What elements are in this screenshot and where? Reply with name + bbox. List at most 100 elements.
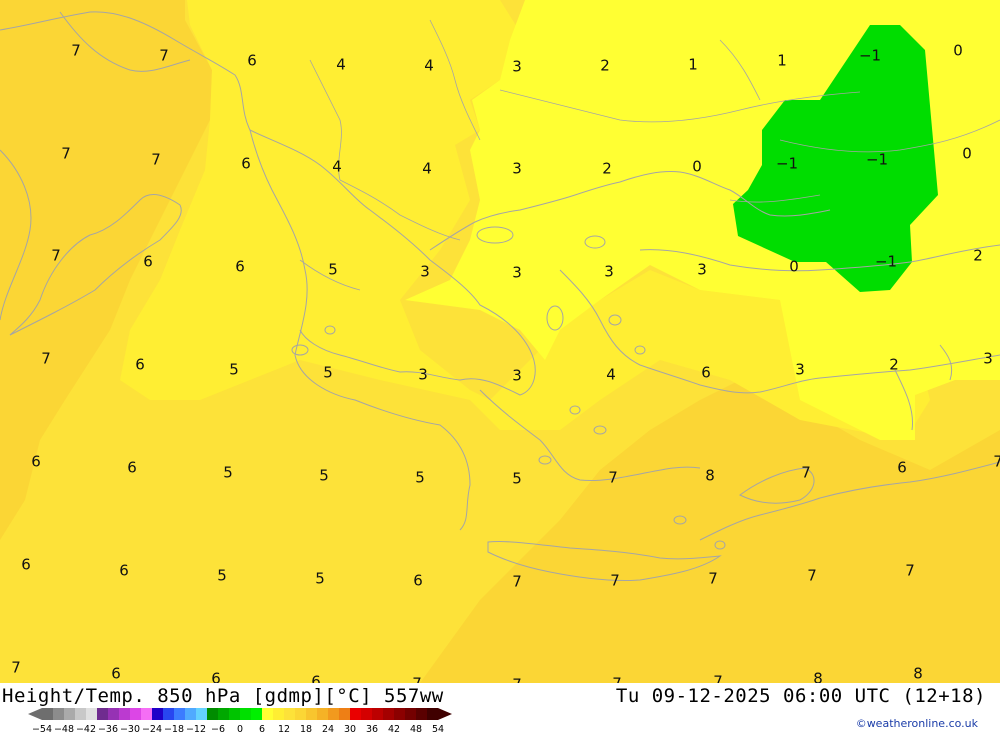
temp-label: 5 [415, 469, 425, 487]
temp-label: 6 [21, 556, 31, 574]
scale-swatch [130, 708, 141, 720]
scale-tick-label: 30 [344, 724, 356, 735]
scale-tick-label: −30 [120, 724, 140, 735]
temp-label: 6 [211, 670, 221, 684]
temp-label: 1 [777, 52, 787, 70]
temp-label: 7 [159, 47, 169, 65]
scale-swatch [339, 708, 350, 720]
scale-swatch [75, 708, 86, 720]
temperature-map[interactable]: 7 7 6 4 4 3 2 1 1 −1 0 7 7 6 4 4 3 2 0 −1 −1 0 7 6 6 5 3 3 3 3 0 −1 2 7 6 5… [0, 0, 1000, 683]
scale-tick-label: −24 [142, 724, 162, 735]
temp-label: 7 [713, 673, 723, 684]
scale-swatch [185, 708, 196, 720]
scale-swatch [405, 708, 416, 720]
temp-label: 7 [610, 572, 620, 590]
temp-label: 4 [606, 366, 616, 384]
temp-label: 3 [604, 263, 614, 281]
scale-tick-label: 18 [300, 724, 312, 735]
temp-label: 8 [705, 467, 715, 485]
temp-label: −1 [875, 253, 897, 271]
temp-label: 7 [71, 42, 81, 60]
temp-label: 5 [512, 470, 522, 488]
temp-label: 7 [807, 567, 817, 585]
temp-label: 6 [235, 258, 245, 276]
scale-swatch [108, 708, 119, 720]
scale-tick-label: −12 [186, 724, 206, 735]
temp-label: 4 [336, 56, 346, 74]
scale-tick-label: 0 [237, 724, 243, 735]
temp-label: 4 [332, 158, 342, 176]
scale-swatch [229, 708, 240, 720]
temp-label: 2 [889, 356, 899, 374]
temp-label: 5 [328, 261, 338, 279]
temp-label: 2 [973, 247, 983, 265]
temp-label: 0 [789, 258, 799, 276]
scale-tick-label: −54 [32, 724, 52, 735]
temp-label: 7 [11, 659, 21, 677]
temp-label: 7 [61, 145, 71, 163]
valid-time: Tu 09-12-2025 06:00 UTC (12+18) [615, 685, 986, 707]
scale-swatch [163, 708, 174, 720]
temp-label: 7 [412, 675, 422, 684]
scale-tick-label: 42 [388, 724, 400, 735]
scale-tick-label: 48 [410, 724, 422, 735]
temp-label: 3 [795, 361, 805, 379]
scale-swatch [372, 708, 383, 720]
temp-label: 6 [135, 356, 145, 374]
temp-label: 3 [420, 263, 430, 281]
scale-swatch [317, 708, 328, 720]
temp-label: 6 [897, 459, 907, 477]
temp-label: 5 [217, 567, 227, 585]
color-scale-tick-labels: −54 −48 −42 −36 −30 −24 −18 −12 −6 0 6 12 18 24 30 36 42… [32, 724, 444, 735]
scale-swatch [383, 708, 394, 720]
temp-label: 6 [143, 253, 153, 271]
scale-swatch [53, 708, 64, 720]
map-title: Height/Temp. 850 hPa [gdmp][°C] 557ww [2, 685, 444, 707]
scale-swatch [119, 708, 130, 720]
scale-tick-label: 24 [322, 724, 334, 735]
temp-label: 6 [127, 459, 137, 477]
scale-arrow-left [28, 708, 42, 720]
temp-label: 2 [602, 160, 612, 178]
credit-link[interactable]: ©weatheronline.co.uk [856, 717, 978, 730]
temp-label: 6 [31, 453, 41, 471]
temp-label: 3 [697, 261, 707, 279]
temp-label: 6 [701, 364, 711, 382]
temp-label: 6 [241, 155, 251, 173]
temp-label: 7 [993, 453, 1000, 471]
temp-label: 3 [512, 58, 522, 76]
temp-label: 4 [424, 57, 434, 75]
temp-label: 5 [229, 361, 239, 379]
scale-swatch [295, 708, 306, 720]
scale-tick-label: −18 [164, 724, 184, 735]
temp-label: 8 [813, 670, 823, 684]
temp-label: 7 [801, 464, 811, 482]
temp-label: 4 [422, 160, 432, 178]
temp-label: 3 [512, 367, 522, 385]
scale-swatch [328, 708, 339, 720]
temp-label: 6 [119, 562, 129, 580]
temp-label: 7 [512, 573, 522, 591]
scale-swatch [218, 708, 229, 720]
scale-swatch [86, 708, 97, 720]
temp-label: 0 [953, 42, 963, 60]
scale-tick-label: 54 [432, 724, 444, 735]
temp-label: 6 [413, 572, 423, 590]
scale-tick-label: −6 [211, 724, 225, 735]
temp-label: 0 [962, 145, 972, 163]
temp-label: −1 [859, 47, 881, 65]
temp-label: 7 [608, 469, 618, 487]
scale-swatch [427, 708, 438, 720]
temp-label: 7 [905, 562, 915, 580]
scale-swatch [251, 708, 262, 720]
temp-label: 7 [51, 247, 61, 265]
temp-label: −1 [776, 155, 798, 173]
temp-label: 0 [692, 158, 702, 176]
scale-swatch [240, 708, 251, 720]
temp-label: 5 [315, 570, 325, 588]
temp-label: 1 [688, 56, 698, 74]
scale-swatch [196, 708, 207, 720]
scale-tick-label: −36 [98, 724, 118, 735]
scale-swatch [207, 708, 218, 720]
temp-label: 8 [913, 665, 923, 683]
